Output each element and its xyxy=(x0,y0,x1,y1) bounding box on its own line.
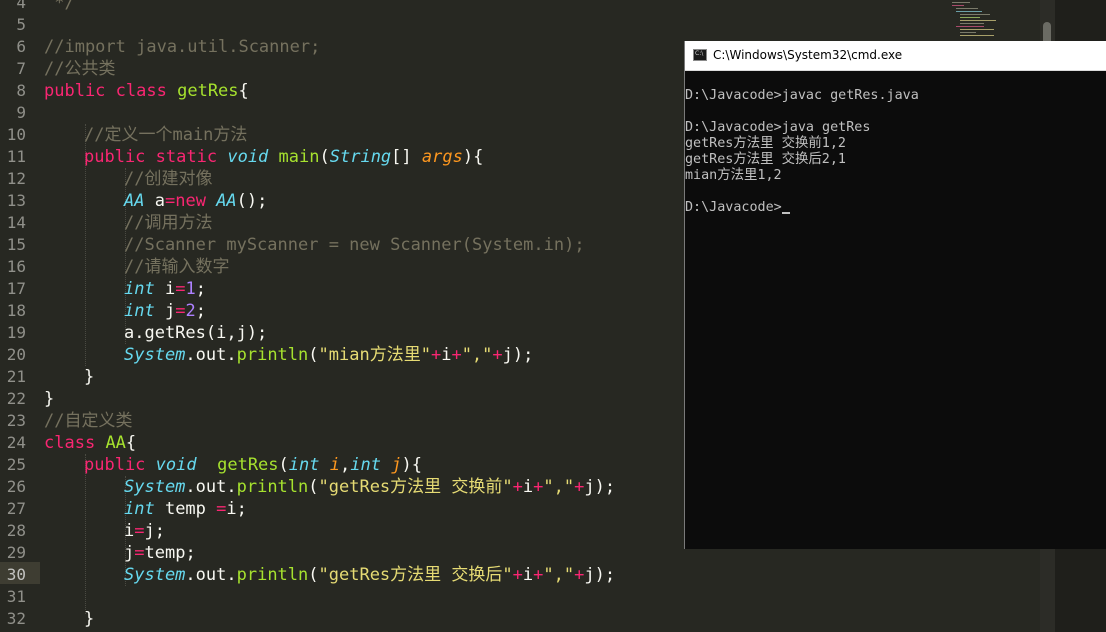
minimap-line xyxy=(956,8,978,9)
code-line: //Scanner myScanner = new Scanner(System… xyxy=(124,235,585,255)
code-line: } xyxy=(44,389,55,409)
line-number: 14 xyxy=(6,213,26,232)
code-line: int temp =i; xyxy=(124,499,247,519)
line-number: 9 xyxy=(16,103,26,122)
line-number: 8 xyxy=(16,81,26,100)
code-line: j=temp; xyxy=(124,543,196,563)
code-line: //定义一个main方法 xyxy=(84,125,248,145)
line-number: 10 xyxy=(6,125,26,144)
cmd-window[interactable]: C:\ C:\Windows\System32\cmd.exe D:\Javac… xyxy=(684,41,1106,549)
code-line: System.out.println("getRes方法里 交换前"+i+","… xyxy=(124,477,616,497)
code-line: AA a=new AA(); xyxy=(124,191,268,211)
line-number: 18 xyxy=(6,301,26,320)
minimap-line xyxy=(952,2,970,3)
line-number: 15 xyxy=(6,235,26,254)
line-number: 4 xyxy=(16,0,26,12)
line-number: 7 xyxy=(16,59,26,78)
code-line: a.getRes(i,j); xyxy=(124,323,268,343)
minimap-line xyxy=(960,20,996,21)
code-line: System.out.println("mian方法里"+i+","+j); xyxy=(124,345,534,365)
cmd-titlebar[interactable]: C:\ C:\Windows\System32\cmd.exe xyxy=(685,41,1106,71)
code-line: */ xyxy=(44,0,75,13)
line-number: 31 xyxy=(6,587,26,606)
console-line: getRes方法里 交换后2,1 xyxy=(685,152,846,167)
line-number: 29 xyxy=(6,543,26,562)
minimap-line xyxy=(960,29,994,30)
line-number: 28 xyxy=(6,521,26,540)
code-line: i=j; xyxy=(124,521,165,541)
cmd-window-title: C:\Windows\System32\cmd.exe xyxy=(713,48,903,62)
minimap-line xyxy=(960,32,976,33)
code-line: //自定义类 xyxy=(44,411,133,431)
code-line: } xyxy=(84,367,95,387)
line-number-active: 30 xyxy=(6,565,26,584)
minimap-line xyxy=(960,14,990,15)
code-line: int i=1; xyxy=(124,279,206,299)
code-line: //公共类 xyxy=(44,59,116,79)
minimap-line xyxy=(952,5,964,6)
minimap-line xyxy=(960,23,984,24)
minimap-line xyxy=(960,17,980,18)
text-cursor xyxy=(781,212,790,214)
line-number: 13 xyxy=(6,191,26,210)
line-number: 6 xyxy=(16,37,26,56)
line-number: 24 xyxy=(6,433,26,452)
line-number: 25 xyxy=(6,455,26,474)
cmd-icon: C:\ xyxy=(693,49,707,61)
minimap-line xyxy=(960,35,994,36)
console-line: mian方法里1,2 xyxy=(685,168,782,183)
line-number: 17 xyxy=(6,279,26,298)
minimap-line xyxy=(956,11,982,12)
code-line: int j=2; xyxy=(124,301,206,321)
line-number: 21 xyxy=(6,367,26,386)
console-prompt-line[interactable]: D:\Javacode> xyxy=(685,200,790,216)
code-line-active: System.out.println("getRes方法里 交换后"+i+","… xyxy=(124,565,616,585)
line-number: 20 xyxy=(6,345,26,364)
code-line: //创建对像 xyxy=(124,169,213,189)
line-number: 5 xyxy=(16,15,26,34)
line-number-gutter: 4 5 6 7 8 9 10 11 12 13 14 15 16 17 18 1… xyxy=(0,0,40,632)
code-line: public void getRes(int i,int j){ xyxy=(84,455,422,475)
line-number: 16 xyxy=(6,257,26,276)
code-line: public class getRes{ xyxy=(44,81,249,101)
line-number: 26 xyxy=(6,477,26,496)
minimap-line xyxy=(956,26,984,27)
cmd-icon-glyph: C:\ xyxy=(695,50,704,57)
console-line: D:\Javacode>javac getRes.java xyxy=(685,88,919,103)
line-number: 27 xyxy=(6,499,26,518)
line-number: 12 xyxy=(6,169,26,188)
code-line: public static void main(String[] args){ xyxy=(84,147,484,167)
line-number: 11 xyxy=(6,147,26,166)
indent-guide xyxy=(85,454,86,614)
minimap[interactable] xyxy=(948,0,1043,40)
code-line: class AA{ xyxy=(44,433,137,453)
code-line: //import java.util.Scanner; xyxy=(44,37,321,57)
code-line: //调用方法 xyxy=(124,213,213,233)
console-line: D:\Javacode>java getRes xyxy=(685,120,871,135)
line-number: 23 xyxy=(6,411,26,430)
console-prompt: D:\Javacode> xyxy=(685,200,782,215)
code-line: //请输入数字 xyxy=(124,257,230,277)
line-number: 19 xyxy=(6,323,26,342)
code-line: } xyxy=(84,609,95,629)
console-line: getRes方法里 交换前1,2 xyxy=(685,136,846,151)
line-number: 22 xyxy=(6,389,26,408)
line-number: 32 xyxy=(6,609,26,628)
